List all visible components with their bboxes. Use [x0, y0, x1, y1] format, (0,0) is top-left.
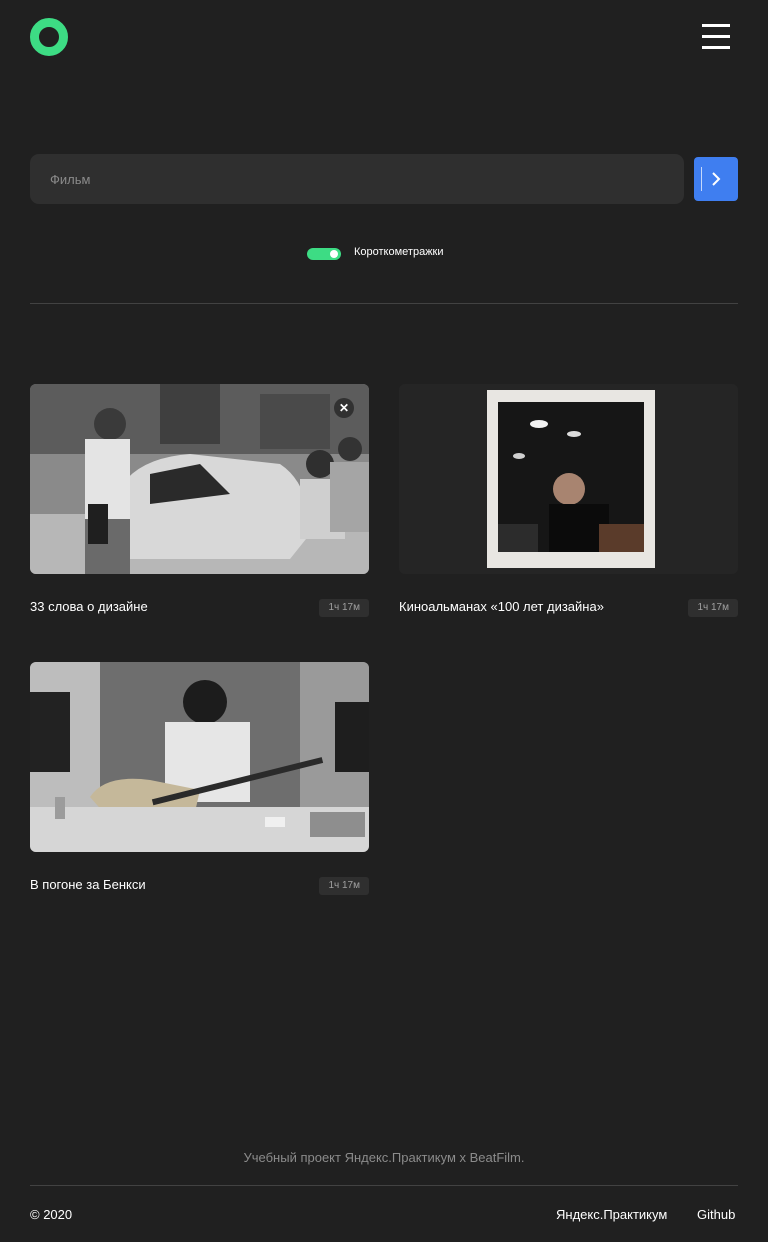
close-icon: ✕	[338, 401, 350, 415]
movie-card: ✕ 33 слова о дизайне 1ч 17м	[30, 384, 369, 617]
movie-title: В погоне за Бенкси	[30, 877, 146, 892]
footer-link-practicum[interactable]: Яндекс.Практикум	[556, 1207, 667, 1222]
search-form	[30, 154, 684, 204]
footer-divider	[30, 1185, 738, 1186]
hamburger-menu-icon[interactable]	[702, 24, 730, 50]
logo-icon[interactable]	[30, 18, 68, 56]
movie-duration: 1ч 17м	[688, 599, 738, 617]
movie-duration: 1ч 17м	[319, 877, 369, 895]
shorts-toggle-label: Короткометражки	[354, 246, 444, 258]
search-button[interactable]	[694, 157, 738, 201]
toggle-knob	[330, 250, 338, 258]
street-photo-image	[30, 384, 369, 574]
search-button-divider	[701, 167, 702, 191]
chevron-right-icon	[712, 172, 721, 186]
page: Короткометражки ✕	[0, 0, 768, 1242]
movie-title: 33 слова о дизайне	[30, 599, 148, 614]
guitar-photo-image	[30, 662, 369, 852]
footer-note: Учебный проект Яндекс.Практикум х BeatFi…	[243, 1150, 525, 1165]
movie-poster[interactable]	[399, 384, 738, 574]
shorts-toggle[interactable]	[307, 248, 341, 260]
movie-duration: 1ч 17м	[319, 599, 369, 617]
movie-title: Киноальманах «100 лет дизайна»	[399, 599, 604, 614]
search-input[interactable]	[30, 154, 684, 204]
movie-card: В погоне за Бенкси 1ч 17м	[30, 662, 369, 895]
footer-link-github[interactable]: Github	[697, 1207, 735, 1222]
remove-button[interactable]: ✕	[334, 398, 354, 418]
copyright: © 2020	[30, 1207, 73, 1222]
search-divider	[30, 303, 738, 304]
polaroid-photo-image	[399, 384, 738, 574]
movie-poster[interactable]	[30, 384, 369, 574]
movie-poster[interactable]	[30, 662, 369, 852]
movie-card: Киноальманах «100 лет дизайна» 1ч 17м	[399, 384, 738, 617]
